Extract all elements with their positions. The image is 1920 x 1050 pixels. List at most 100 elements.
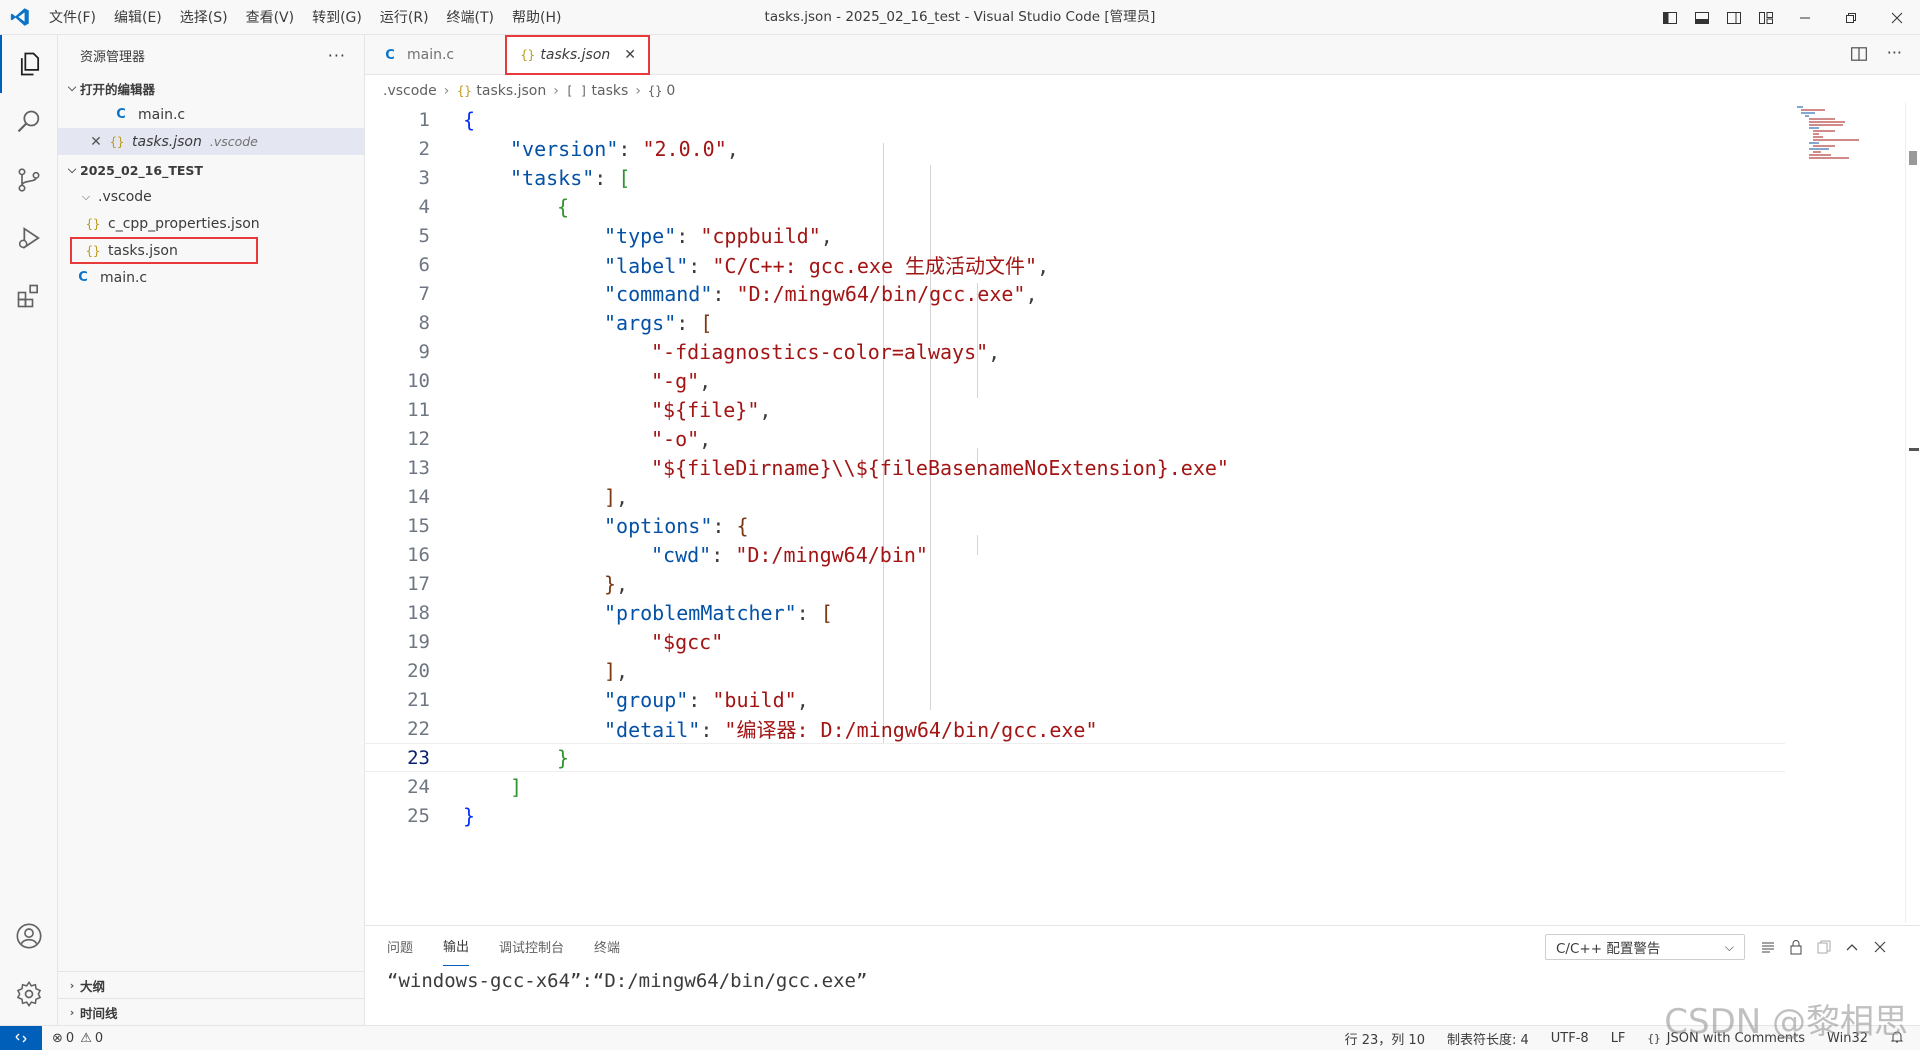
explorer-icon[interactable] bbox=[0, 35, 58, 93]
minimap[interactable] bbox=[1785, 103, 1905, 163]
toggle-primary-sidebar-icon[interactable] bbox=[1654, 0, 1686, 35]
panel-tab-debug-console[interactable]: 调试控制台 bbox=[499, 926, 564, 966]
code-editor[interactable]: 1{2 "version": "2.0.0", 3 "tasks": [4{5 "typ… bbox=[365, 103, 1785, 923]
menu-terminal[interactable]: 终端(T) bbox=[438, 7, 503, 27]
close-window-icon[interactable] bbox=[1874, 0, 1920, 35]
menu-go[interactable]: 转到(G) bbox=[303, 7, 371, 27]
code-line[interactable]: 10 "-g", bbox=[365, 366, 1785, 395]
tree-item-c-cpp-properties[interactable]: {} c_cpp_properties.json bbox=[58, 210, 364, 237]
editor-tabs: C main.c {} tasks.json ✕ ··· bbox=[365, 35, 1920, 75]
code-line[interactable]: 3 "tasks": [ bbox=[365, 163, 1785, 192]
editor-scrollbar[interactable] bbox=[1905, 103, 1920, 923]
explorer-sidebar: 资源管理器 ··· ⌵ 打开的编辑器 C main.c ✕ {} tasks.j… bbox=[58, 35, 365, 1025]
code-line[interactable]: 24] bbox=[365, 772, 1785, 801]
c-file-icon: C bbox=[385, 47, 395, 63]
remote-indicator-icon[interactable] bbox=[0, 1025, 42, 1050]
code-line[interactable]: 23} bbox=[365, 743, 1785, 772]
minimize-icon[interactable] bbox=[1782, 0, 1828, 35]
tree-item-tasks-json[interactable]: {} tasks.json bbox=[70, 237, 258, 264]
accounts-icon[interactable] bbox=[0, 907, 58, 965]
code-line[interactable]: 6 "label": "C/C++: gcc.exe 生成活动文件", bbox=[365, 250, 1785, 279]
more-actions-icon[interactable]: ··· bbox=[1887, 43, 1902, 62]
code-line[interactable]: 15 "options": { bbox=[365, 511, 1785, 540]
close-tab-icon[interactable]: ✕ bbox=[624, 47, 636, 63]
code-line[interactable]: 20], bbox=[365, 656, 1785, 685]
tab-tasks-json[interactable]: {} tasks.json ✕ bbox=[505, 35, 650, 75]
split-editor-icon[interactable] bbox=[1850, 45, 1868, 67]
panel-tab-terminal[interactable]: 终端 bbox=[594, 926, 620, 966]
timeline-section[interactable]: › 时间线 bbox=[58, 998, 365, 1025]
open-editors-section[interactable]: ⌵ 打开的编辑器 bbox=[58, 75, 364, 101]
vscode-window: 文件(F) 编辑(E) 选择(S) 查看(V) 转到(G) 运行(R) 终端(T… bbox=[0, 0, 1920, 1050]
breadcrumb-item[interactable]: 0 bbox=[666, 83, 675, 99]
encoding[interactable]: UTF-8 bbox=[1551, 1031, 1589, 1046]
clear-output-icon[interactable] bbox=[1755, 934, 1781, 960]
breadcrumb-item[interactable]: tasks bbox=[592, 83, 629, 99]
code-line[interactable]: 17}, bbox=[365, 569, 1785, 598]
workspace-folder-section[interactable]: ⌵ 2025_02_16_TEST bbox=[58, 157, 364, 183]
panel-tab-problems[interactable]: 问题 bbox=[387, 926, 413, 966]
copy-icon[interactable] bbox=[1811, 934, 1837, 960]
maximize-panel-icon[interactable] bbox=[1839, 934, 1865, 960]
customize-layout-icon[interactable] bbox=[1750, 0, 1782, 35]
open-editor-main-c[interactable]: C main.c bbox=[58, 101, 364, 128]
menu-selection[interactable]: 选择(S) bbox=[171, 7, 237, 27]
open-editor-tasks-json[interactable]: ✕ {} tasks.json .vscode bbox=[58, 128, 364, 155]
code-line[interactable]: 11 "${file}", bbox=[365, 395, 1785, 424]
menu-help[interactable]: 帮助(H) bbox=[503, 7, 570, 27]
menu-run[interactable]: 运行(R) bbox=[371, 7, 438, 27]
tab-size[interactable]: 制表符长度: 4 bbox=[1447, 1029, 1529, 1048]
code-line[interactable]: 19 "$gcc" bbox=[365, 627, 1785, 656]
sidebar-bottom-sections: › 大纲 › 时间线 bbox=[58, 971, 365, 1025]
source-control-icon[interactable] bbox=[0, 151, 58, 209]
code-line[interactable]: 2 "version": "2.0.0", bbox=[365, 134, 1785, 163]
chevron-down-icon: ⌵ bbox=[81, 189, 91, 203]
tree-item-main-c[interactable]: C main.c bbox=[58, 264, 364, 291]
extensions-icon[interactable] bbox=[0, 267, 58, 325]
menu-edit[interactable]: 编辑(E) bbox=[105, 7, 171, 27]
line-text: "-o", bbox=[651, 426, 712, 451]
tab-main-c[interactable]: C main.c bbox=[365, 35, 505, 75]
code-line[interactable]: 9 "-fdiagnostics-color=always", bbox=[365, 337, 1785, 366]
line-number: 23 bbox=[407, 746, 430, 769]
close-panel-icon[interactable] bbox=[1867, 934, 1893, 960]
code-line[interactable]: 5 "type": "cppbuild", bbox=[365, 221, 1785, 250]
breadcrumb-item[interactable]: .vscode bbox=[383, 83, 437, 99]
code-line[interactable]: 25} bbox=[365, 801, 1785, 830]
toggle-panel-icon[interactable] bbox=[1686, 0, 1718, 35]
code-line[interactable]: 16 "cwd": "D:/mingw64/bin" bbox=[365, 540, 1785, 569]
menu-file[interactable]: 文件(F) bbox=[40, 7, 105, 27]
cursor-position[interactable]: 行 23，列 10 bbox=[1345, 1029, 1425, 1048]
restore-icon[interactable] bbox=[1828, 0, 1874, 35]
chevron-down-icon: ⌵ bbox=[1724, 939, 1734, 954]
code-line[interactable]: 8 "args": [ bbox=[365, 308, 1785, 337]
run-debug-icon[interactable] bbox=[0, 209, 58, 267]
code-line[interactable]: 7 "command": "D:/mingw64/bin/gcc.exe", bbox=[365, 279, 1785, 308]
tree-folder-vscode[interactable]: ⌵ .vscode bbox=[58, 183, 364, 210]
code-line[interactable]: 18 "problemMatcher": [ bbox=[365, 598, 1785, 627]
output-channel-select[interactable]: C/C++ 配置警告 ⌵ bbox=[1545, 934, 1745, 960]
line-number: 14 bbox=[407, 485, 430, 508]
lock-scroll-icon[interactable] bbox=[1783, 934, 1809, 960]
code-line[interactable]: 22 "detail": "编译器: D:/mingw64/bin/gcc.exe… bbox=[365, 714, 1785, 743]
code-line[interactable]: 14], bbox=[365, 482, 1785, 511]
more-actions-icon[interactable]: ··· bbox=[328, 46, 346, 65]
line-number: 17 bbox=[407, 572, 430, 595]
breadcrumb-item[interactable]: tasks.json bbox=[476, 83, 546, 99]
menu-view[interactable]: 查看(V) bbox=[237, 7, 304, 27]
manage-gear-icon[interactable] bbox=[0, 965, 58, 1023]
panel-tab-output[interactable]: 输出 bbox=[443, 926, 470, 966]
code-line[interactable]: 21 "group": "build", bbox=[365, 685, 1785, 714]
code-line[interactable]: 13 "${fileDirname}\\${fileBasenameNoExten… bbox=[365, 453, 1785, 482]
end-of-line[interactable]: LF bbox=[1611, 1031, 1626, 1046]
code-line[interactable]: 12 "-o", bbox=[365, 424, 1785, 453]
search-icon[interactable] bbox=[0, 93, 58, 151]
line-number: 16 bbox=[407, 543, 430, 566]
outline-section[interactable]: › 大纲 bbox=[58, 971, 365, 998]
close-editor-icon[interactable]: ✕ bbox=[88, 134, 104, 150]
toggle-secondary-sidebar-icon[interactable] bbox=[1718, 0, 1750, 35]
code-line[interactable]: 1{ bbox=[365, 105, 1785, 134]
code-line[interactable]: 4{ bbox=[365, 192, 1785, 221]
open-editors-label: 打开的编辑器 bbox=[80, 81, 156, 97]
problems-status[interactable]: ⊗ 0 ⚠ 0 bbox=[42, 1031, 103, 1046]
